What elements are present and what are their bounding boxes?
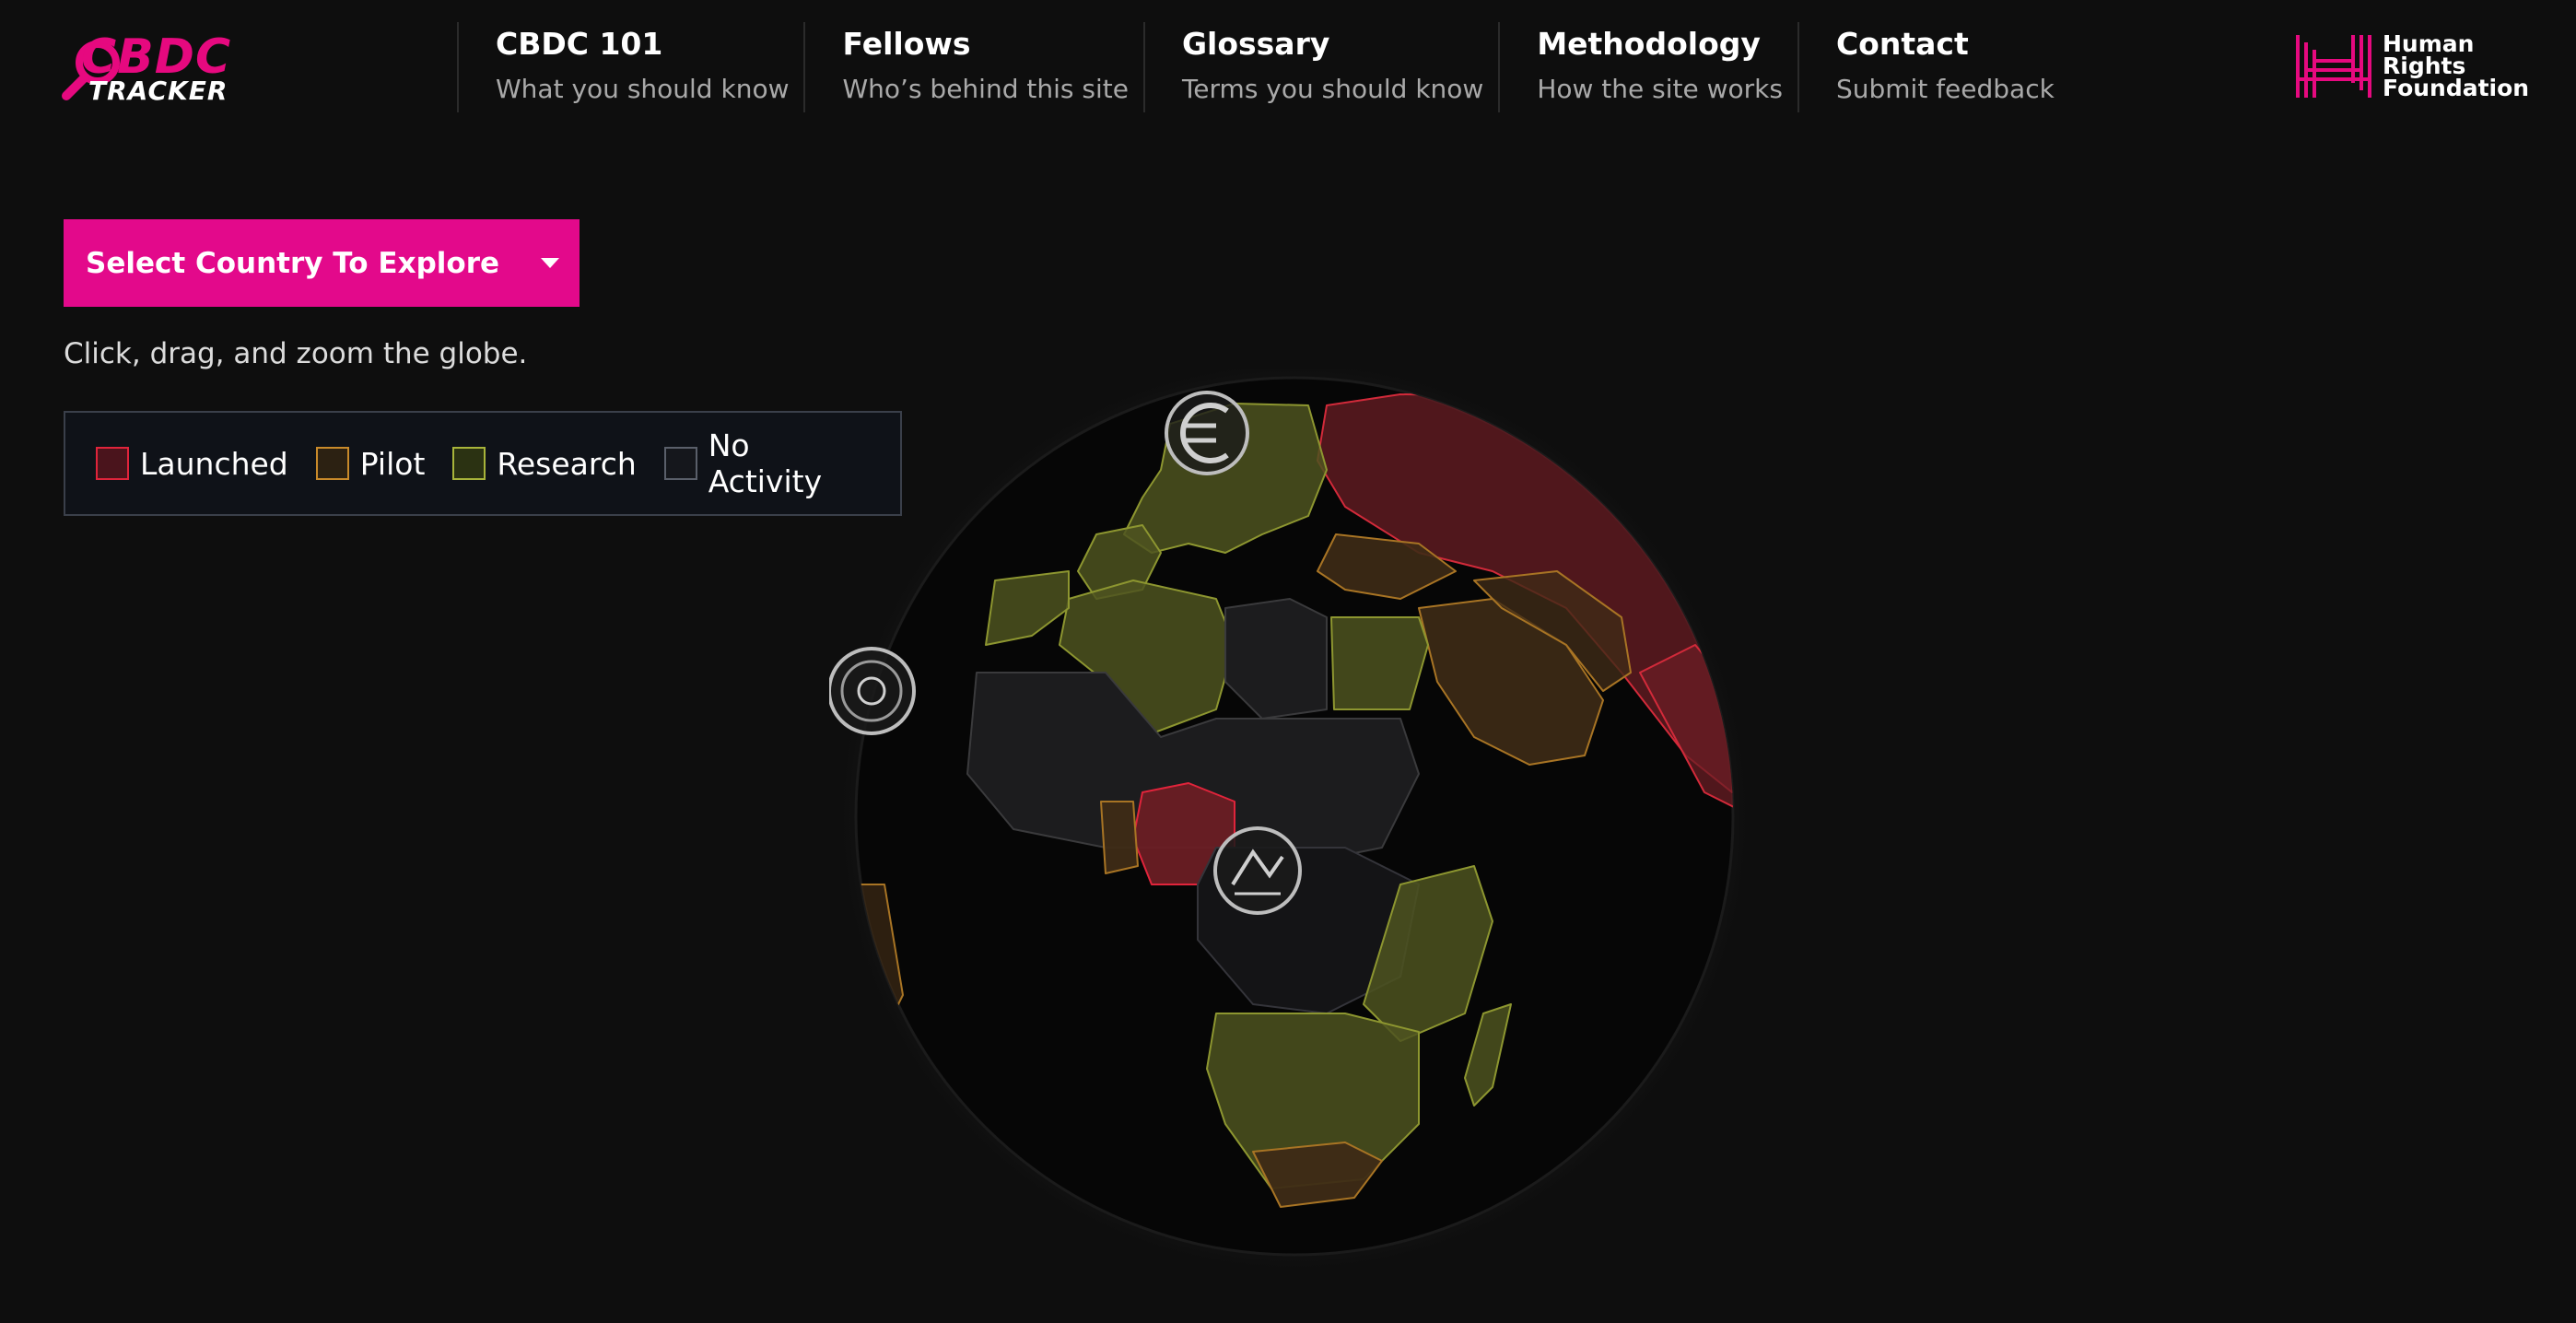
country-select-label: Select Country To Explore: [86, 246, 500, 280]
nav-subtitle: Terms you should know: [1181, 74, 1484, 104]
nav-item-fellows[interactable]: Fellows Who’s behind this site: [803, 22, 1142, 112]
nav-title: Methodology: [1537, 26, 1761, 62]
nav-title: Glossary: [1181, 26, 1330, 62]
status-legend: Launched Pilot Research No Activity: [64, 411, 902, 516]
legend-swatch-launched: [96, 447, 129, 480]
country-region-ghana[interactable]: [1100, 801, 1139, 874]
country-select-dropdown[interactable]: Select Country To Explore: [64, 219, 580, 307]
nav-item-cbdc-101[interactable]: CBDC 101 What you should know: [457, 22, 803, 112]
nav-item-glossary[interactable]: Glossary Terms you should know: [1142, 22, 1498, 112]
hrf-wordmark: Human Rights Foundation: [2383, 32, 2530, 101]
legend-label: Research: [497, 445, 637, 482]
logo-tracker-text: TRACKER: [88, 76, 228, 106]
legend-swatch-pilot: [315, 447, 349, 480]
nav-subtitle: Who’s behind this site: [842, 74, 1129, 104]
cbdc-tracker-logo[interactable]: CBDC TRACKER: [61, 31, 236, 105]
legend-swatch-no-activity: [663, 447, 697, 480]
legend-item-research: Research: [452, 445, 637, 482]
nav-title: Fellows: [842, 26, 971, 62]
legend-item-pilot: Pilot: [315, 445, 426, 482]
nav-subtitle: Submit feedback: [1835, 74, 2055, 104]
country-region-egypt[interactable]: [1330, 616, 1429, 710]
legend-label: Launched: [140, 445, 288, 482]
nav-item-methodology[interactable]: Methodology How the site works: [1498, 22, 1797, 112]
hrf-logo-icon: [2296, 35, 2371, 98]
nav-title: Contact: [1835, 26, 1969, 62]
globe-instructions: Click, drag, and zoom the globe.: [64, 337, 528, 370]
human-rights-foundation-logo[interactable]: Human Rights Foundation: [2294, 32, 2529, 100]
nav-title: CBDC 101: [496, 26, 663, 62]
legend-swatch-research: [452, 447, 486, 480]
legend-item-launched: Launched: [96, 446, 288, 482]
euro-sign-icon[interactable]: [1165, 391, 1249, 475]
central-bank-seal-icon[interactable]: [829, 647, 916, 735]
nav-item-contact[interactable]: Contact Submit feedback: [1797, 22, 2069, 112]
chevron-down-icon: [541, 258, 559, 268]
legend-label: Pilot: [359, 445, 426, 482]
nav-subtitle: What you should know: [496, 74, 790, 104]
hrf-line-3: Foundation: [2383, 75, 2530, 101]
globe-map[interactable]: [829, 369, 1751, 1271]
regional-bank-seal-icon[interactable]: [1213, 826, 1302, 915]
main-nav: CBDC 101 What you should know Fellows Wh…: [457, 22, 2069, 112]
nav-subtitle: How the site works: [1537, 74, 1783, 104]
